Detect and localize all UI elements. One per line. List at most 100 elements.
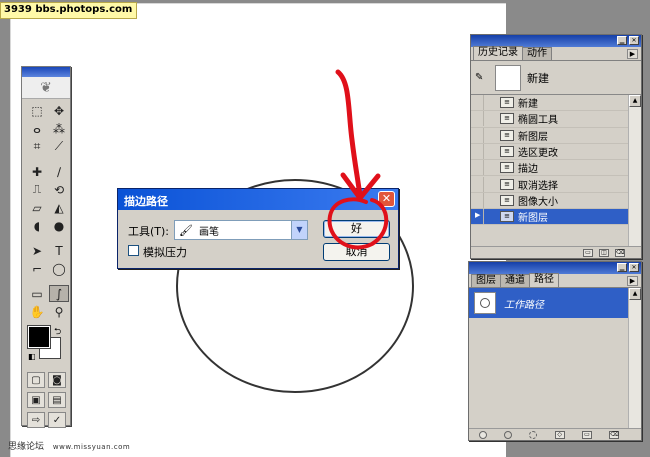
- ok-button[interactable]: 好: [323, 220, 390, 238]
- work-path-label: 工作路径: [504, 299, 544, 311]
- history-item[interactable]: ≡ 新图层: [471, 127, 628, 144]
- history-brush-source-icon[interactable]: ✎: [475, 72, 489, 83]
- tab-layers[interactable]: 图层: [471, 274, 501, 287]
- dodge-icon[interactable]: ●: [49, 217, 69, 234]
- history-item[interactable]: ≡ 描边: [471, 160, 628, 177]
- scroll-up-icon[interactable]: ▲: [629, 288, 641, 300]
- quick-mask-icon[interactable]: ◙: [48, 372, 66, 388]
- panel-menu-icon[interactable]: ▶: [627, 276, 638, 286]
- new-document-from-state-icon[interactable]: ▭: [583, 248, 593, 257]
- eyedropper-icon[interactable]: ∫: [49, 285, 69, 302]
- paths-tabs: 图层 通道 路径 ▶: [469, 273, 641, 288]
- history-state-icon: ≡: [500, 129, 514, 141]
- history-source-toggle[interactable]: [471, 111, 484, 127]
- photoshop-feather-icon[interactable]: ❦: [22, 77, 70, 99]
- tab-paths[interactable]: 路径: [529, 273, 559, 287]
- work-path-item[interactable]: 工作路径: [469, 288, 628, 318]
- history-state-icon: ≡: [500, 162, 514, 174]
- imageready-icon[interactable]: ✓: [48, 412, 66, 428]
- history-item-label: 新建: [518, 99, 538, 111]
- history-brush-icon[interactable]: ⟲: [49, 181, 69, 198]
- scroll-up-icon[interactable]: ▲: [629, 95, 641, 107]
- paths-panel: ▁ ✕ 图层 通道 路径 ▶ 工作路径 ▲ ◇ ▭ ⌫: [468, 261, 642, 441]
- jump-to-imageready-icon[interactable]: ⇨: [27, 412, 45, 428]
- lasso-icon[interactable]: ⴰ: [27, 120, 47, 137]
- history-source-toggle[interactable]: [471, 160, 484, 176]
- history-list: ≡ 新建 ≡ 椭圆工具 ≡ 新图层 ≡ 选区更改 ≡ 描边 ≡ 取消选择 ≡ 图像大小 ≡ 新图层: [471, 95, 628, 226]
- history-item-label: 选区更改: [518, 148, 558, 160]
- toolbox-titlebar[interactable]: [22, 67, 70, 77]
- default-colors-icon[interactable]: ◧: [28, 352, 36, 361]
- history-source-toggle[interactable]: [471, 176, 484, 192]
- swap-colors-icon[interactable]: ⮌: [54, 324, 61, 340]
- standard-screen-icon[interactable]: ▣: [27, 392, 45, 408]
- crop-icon[interactable]: ⌗: [27, 138, 47, 155]
- history-source-toggle[interactable]: [471, 127, 484, 143]
- tab-actions[interactable]: 动作: [522, 47, 552, 60]
- history-item[interactable]: ≡ 取消选择: [471, 176, 628, 193]
- snapshot-thumbnail: [495, 64, 521, 91]
- standard-mode-icon[interactable]: ▢: [27, 372, 45, 388]
- magic-wand-icon[interactable]: ⁂: [49, 120, 69, 137]
- load-path-as-selection-icon[interactable]: [529, 430, 538, 439]
- tool-label: 工具(T):: [128, 225, 170, 238]
- full-screen-menu-icon[interactable]: ▤: [48, 392, 66, 408]
- path-selection-icon[interactable]: ➤: [27, 242, 47, 259]
- history-source-toggle[interactable]: [471, 209, 484, 225]
- dialog-titlebar[interactable]: 描边路径 ✕: [118, 189, 398, 210]
- move-icon[interactable]: ✥: [49, 102, 69, 119]
- tab-channels[interactable]: 通道: [500, 274, 530, 287]
- history-item[interactable]: ≡ 图像大小: [471, 192, 628, 210]
- clone-stamp-icon[interactable]: ⎍: [27, 181, 47, 198]
- close-icon[interactable]: ✕: [629, 263, 639, 272]
- history-state-icon: ≡: [500, 113, 514, 125]
- chevron-down-icon[interactable]: ▼: [291, 221, 307, 239]
- simulate-pressure-checkbox[interactable]: [128, 245, 139, 256]
- paint-bucket-icon[interactable]: ◭: [49, 199, 69, 216]
- history-item-label: 取消选择: [518, 180, 558, 192]
- foreground-color-swatch[interactable]: [27, 325, 51, 349]
- make-work-path-icon[interactable]: ◇: [554, 430, 565, 439]
- hand-icon[interactable]: ✋: [27, 303, 47, 320]
- cancel-button[interactable]: 取消: [323, 243, 390, 261]
- panel-menu-icon[interactable]: ▶: [627, 49, 638, 59]
- tool-select[interactable]: 🖌 画笔 ▼: [174, 220, 308, 240]
- new-path-icon[interactable]: ▭: [581, 430, 592, 439]
- ellipse-icon[interactable]: ◯: [49, 260, 69, 277]
- history-source-toggle[interactable]: [471, 95, 484, 111]
- close-icon[interactable]: ✕: [378, 191, 395, 207]
- history-item[interactable]: ≡ 椭圆工具: [471, 111, 628, 128]
- history-source-toggle[interactable]: [471, 144, 484, 160]
- type-icon[interactable]: T: [49, 242, 69, 259]
- history-snapshot[interactable]: ✎ 新建: [471, 61, 641, 95]
- trash-icon[interactable]: ⌫: [615, 248, 625, 257]
- history-item[interactable]: ≡ 选区更改: [471, 144, 628, 161]
- history-scrollbar[interactable]: ▲: [628, 95, 641, 246]
- fill-path-icon[interactable]: [478, 430, 487, 439]
- close-icon[interactable]: ✕: [629, 36, 639, 45]
- paths-scrollbar[interactable]: ▲: [628, 288, 641, 428]
- toolbox-panel: ❦ ⬚ ✥ ⴰ ⁂ ⌗ ⟋ ✚ ∕ ⎍ ⟲ ▱ ◭ ◖ ● ➤ T ⌐ ◯ ▭ ∫ ✋ ⚲ ⮌ ◧ ▢ ◙ ▣ ▤ ⇨ ✓: [21, 66, 71, 428]
- tab-history[interactable]: 历史记录: [473, 46, 523, 60]
- brush-icon[interactable]: ∕: [49, 163, 69, 180]
- stroke-path-dialog: 描边路径 ✕ 工具(T): 🖌 画笔 ▼ 模拟压力 好 取消: [117, 188, 399, 269]
- minimize-icon[interactable]: ▁: [617, 36, 627, 45]
- simulate-pressure-label: 模拟压力: [143, 246, 187, 259]
- history-state-icon: ≡: [500, 97, 514, 109]
- zoom-icon[interactable]: ⚲: [49, 303, 69, 320]
- eraser-icon[interactable]: ▱: [27, 199, 47, 216]
- pen-icon[interactable]: ⌐: [27, 260, 47, 277]
- history-item[interactable]: ≡ 新图层: [471, 209, 628, 226]
- new-snapshot-icon[interactable]: ◫: [599, 248, 609, 257]
- blur-icon[interactable]: ◖: [27, 217, 47, 234]
- trash-icon[interactable]: ⌫: [609, 430, 620, 439]
- notes-icon[interactable]: ▭: [27, 285, 47, 302]
- history-state-icon: ≡: [500, 194, 514, 206]
- minimize-icon[interactable]: ▁: [617, 263, 627, 272]
- history-item[interactable]: ≡ 新建: [471, 95, 628, 112]
- marquee-icon[interactable]: ⬚: [27, 102, 47, 119]
- slice-icon[interactable]: ⟋: [49, 138, 69, 155]
- stroke-path-icon[interactable]: [503, 430, 512, 439]
- history-source-toggle[interactable]: [471, 192, 484, 208]
- healing-brush-icon[interactable]: ✚: [27, 163, 47, 180]
